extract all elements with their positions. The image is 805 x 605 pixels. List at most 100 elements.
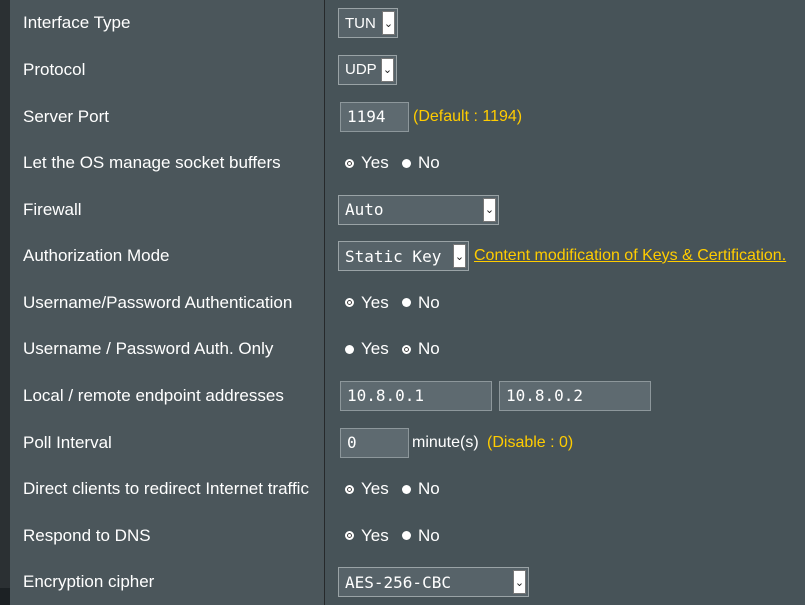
userpass-only-yes-radio[interactable]: Yes [345,339,389,359]
radio-no-label: No [418,479,440,498]
row-poll-interval: Poll Interval 0 minute(s) (Disable : 0) [10,419,805,467]
row-socket-buffers: Let the OS manage socket buffers Yes No [10,140,805,187]
row-value-cell: Auto ⌄ [325,186,805,233]
encryption-cipher-value: AES-256-CBC [345,572,451,592]
poll-interval-unit: minute(s) [412,433,479,451]
radio-checked-icon [345,158,354,168]
row-firewall: Firewall Auto ⌄ [10,186,805,234]
radio-yes-label: Yes [361,292,389,312]
firewall-label: Firewall [23,199,82,219]
row-userpass-auth: Username/Password Authentication Yes No [10,279,805,327]
row-value-cell: TUN ⌄ [325,0,805,46]
redirect-traffic-yes-radio[interactable]: Yes [345,479,389,499]
firewall-value: Auto [345,200,384,219]
local-endpoint-input[interactable]: 10.8.0.1 [340,380,492,411]
radio-no-label: No [418,525,440,545]
row-interface-type: Interface Type TUN ⌄ [10,0,805,47]
row-label-cell: Local / remote endpoint addresses [10,372,325,419]
poll-interval-hint: (Disable : 0) [487,433,574,451]
radio-unchecked-icon [345,344,354,354]
radio-yes-label: Yes [361,525,389,545]
row-value-cell: Yes No [325,326,805,372]
radio-checked-icon [345,531,354,540]
radio-checked-icon [345,484,354,494]
row-label-cell: Username/Password Authentication [10,279,325,326]
radio-no-label: No [418,292,440,312]
radio-unchecked-icon [402,484,411,494]
remote-endpoint-input[interactable]: 10.8.0.2 [499,380,651,411]
row-value-cell: UDP ⌄ [325,46,805,93]
row-userpass-only: Username / Password Auth. Only Yes No [10,326,805,373]
firewall-select[interactable]: Auto ⌄ [338,194,499,225]
chevron-down-icon: ⌄ [513,570,526,594]
row-server-port: Server Port 1194 (Default : 1194) [10,93,805,141]
respond-dns-yes-radio[interactable]: Yes [345,526,389,546]
authorization-mode-value: Static Key [345,246,442,266]
userpass-only-no-radio[interactable]: No [402,339,440,359]
row-value-cell: Yes No [325,466,805,512]
server-port-label: Server Port [23,106,109,126]
radio-unchecked-icon [402,158,411,168]
server-port-input[interactable]: 1194 [340,101,409,132]
radio-no-label: No [418,339,440,358]
row-value-cell: 10.8.0.1 10.8.0.2 [325,372,805,419]
row-label-cell: Encryption cipher [10,559,325,605]
chevron-down-icon: ⌄ [382,11,395,35]
keys-certification-link[interactable]: Content modification of Keys & Certifica… [474,247,786,265]
server-port-hint: (Default : 1194) [413,107,523,125]
respond-dns-no-radio[interactable]: No [402,526,440,546]
radio-unchecked-icon [402,531,411,540]
encryption-cipher-label: Encryption cipher [23,572,155,591]
row-label-cell: Username / Password Auth. Only [10,326,325,372]
protocol-label: Protocol [23,59,86,79]
chevron-down-icon: ⌄ [381,57,394,82]
row-endpoint-addresses: Local / remote endpoint addresses 10.8.0… [10,372,805,420]
userpass-auth-yes-radio[interactable]: Yes [345,293,389,313]
row-label-cell: Respond to DNS [10,512,325,559]
radio-yes-label: Yes [361,339,389,358]
protocol-value: UDP [345,61,377,78]
chevron-down-icon: ⌄ [483,197,496,222]
poll-interval-input[interactable]: 0 [340,427,409,458]
socket-buffers-yes-radio[interactable]: Yes [345,153,389,173]
radio-checked-icon [402,344,411,354]
poll-interval-label: Poll Interval [23,432,112,452]
endpoint-addresses-label: Local / remote endpoint addresses [23,385,284,405]
interface-type-select[interactable]: TUN ⌄ [338,8,398,38]
userpass-auth-no-radio[interactable]: No [402,293,440,313]
encryption-cipher-select[interactable]: AES-256-CBC ⌄ [338,567,529,597]
row-label-cell: Authorization Mode [10,233,325,279]
radio-yes-label: Yes [361,479,389,498]
radio-unchecked-icon [402,298,411,307]
row-respond-dns: Respond to DNS Yes No [10,512,805,560]
row-encryption-cipher: Encryption cipher AES-256-CBC ⌄ [10,559,805,605]
row-value-cell: Static Key ⌄ Content modification of Key… [325,233,805,279]
row-value-cell: 1194 (Default : 1194) [325,93,805,140]
socket-buffers-label: Let the OS manage socket buffers [23,153,281,172]
redirect-traffic-no-radio[interactable]: No [402,479,440,499]
userpass-auth-label: Username/Password Authentication [23,292,293,312]
row-label-cell: Server Port [10,93,325,140]
radio-checked-icon [345,298,354,307]
chevron-down-icon: ⌄ [453,244,466,268]
redirect-traffic-label: Direct clients to redirect Internet traf… [23,479,309,498]
protocol-select[interactable]: UDP ⌄ [338,54,397,85]
left-panel-edge [0,0,10,588]
radio-yes-label: Yes [361,153,389,172]
row-value-cell: Yes No [325,279,805,326]
row-label-cell: Protocol [10,46,325,93]
authorization-mode-label: Authorization Mode [23,246,170,265]
row-label-cell: Interface Type [10,0,325,46]
socket-buffers-no-radio[interactable]: No [402,153,440,173]
authorization-mode-select[interactable]: Static Key ⌄ [338,241,469,271]
row-authorization-mode: Authorization Mode Static Key ⌄ Content … [10,233,805,280]
interface-type-label: Interface Type [23,13,131,32]
row-protocol: Protocol UDP ⌄ [10,46,805,94]
row-value-cell: AES-256-CBC ⌄ [325,559,805,605]
row-label-cell: Firewall [10,186,325,233]
userpass-only-label: Username / Password Auth. Only [23,339,274,358]
row-value-cell: Yes No [325,140,805,186]
interface-type-value: TUN [345,14,376,32]
radio-no-label: No [418,153,440,172]
row-label-cell: Let the OS manage socket buffers [10,140,325,186]
